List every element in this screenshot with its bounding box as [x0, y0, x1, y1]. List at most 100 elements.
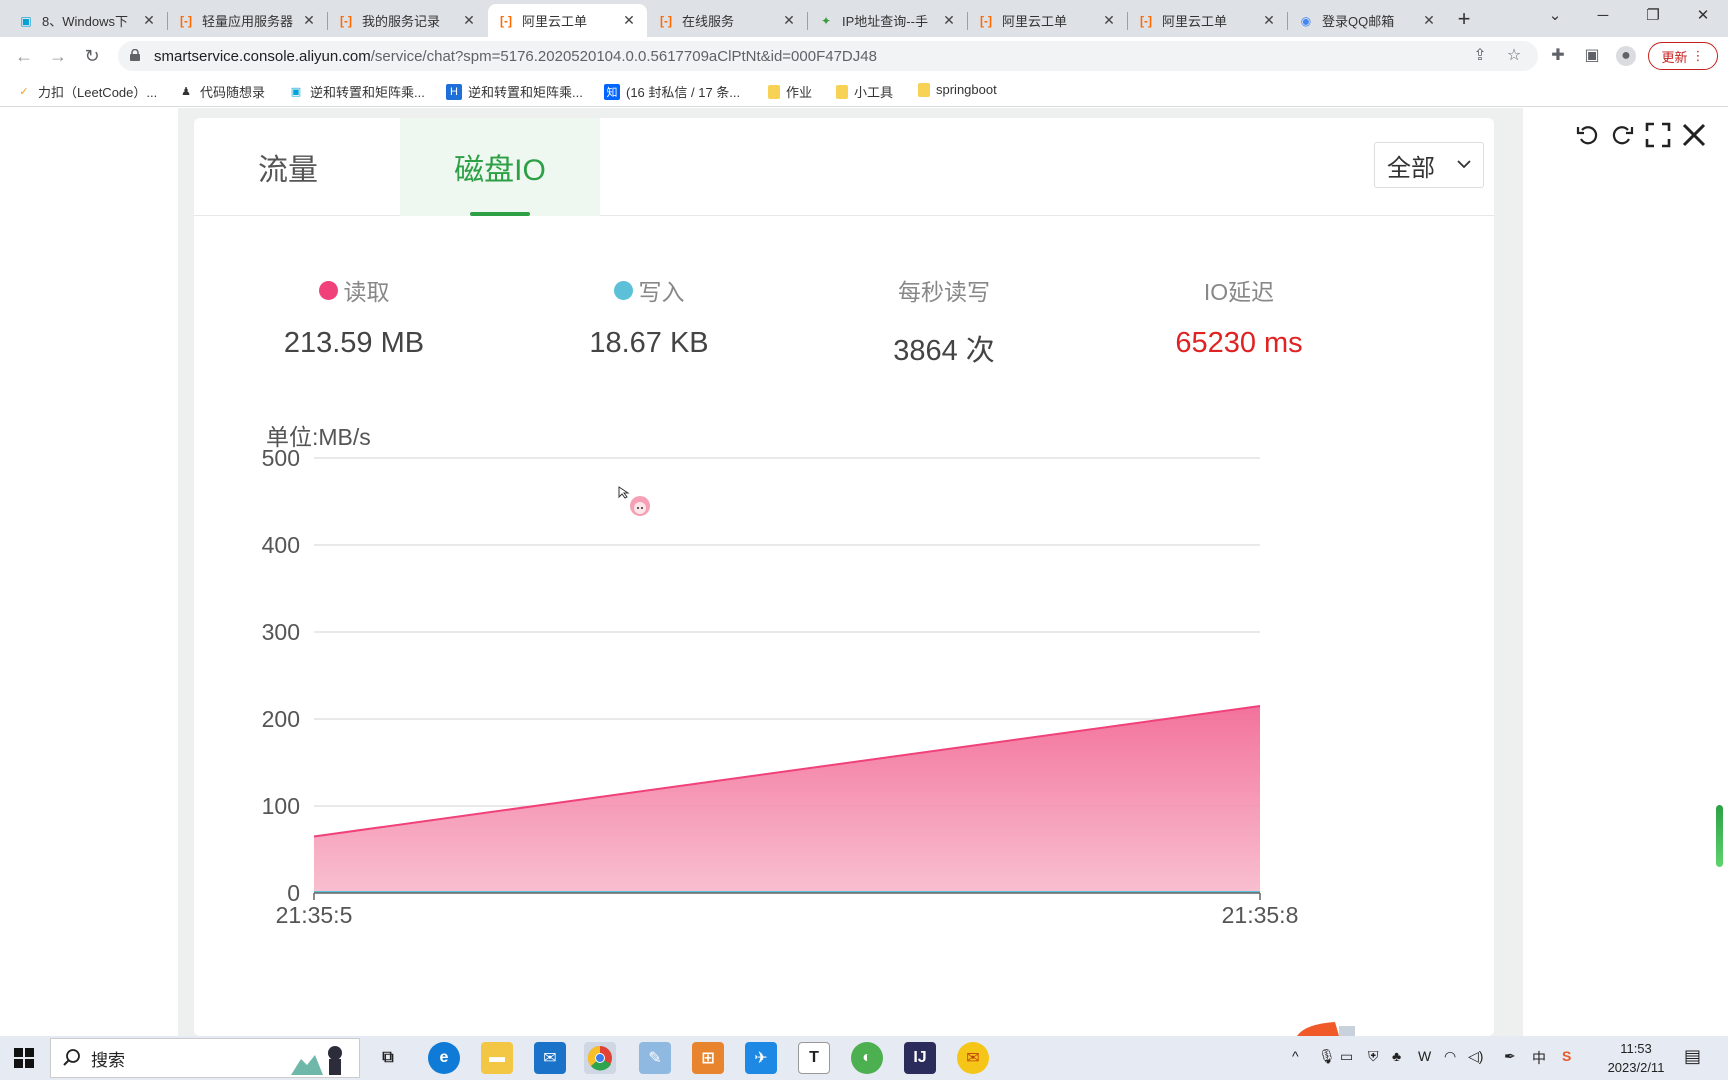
bookmark-label: (16 封私信 / 17 条...: [626, 85, 741, 100]
tab-disk-io-label: 磁盘IO: [454, 154, 546, 187]
taskbar-search[interactable]: 搜索: [50, 1038, 360, 1078]
address-bar[interactable]: smartservice.console.aliyun.com/service/…: [118, 41, 1538, 71]
new-tab-button[interactable]: +: [1451, 6, 1477, 32]
panel-tabs: 流量 磁盘IO 全部: [194, 118, 1494, 216]
edge-icon[interactable]: e: [428, 1042, 460, 1074]
rotate-left-icon[interactable]: [1573, 120, 1603, 150]
close-tab-icon[interactable]: ✕: [781, 12, 797, 29]
share-icon[interactable]: ⇪: [1470, 46, 1490, 66]
typora-icon[interactable]: T: [798, 1042, 830, 1074]
bookmark-item[interactable]: H 逆和转置和矩阵乘...: [446, 82, 583, 101]
close-window-button[interactable]: ✕: [1678, 0, 1728, 32]
file-explorer-icon[interactable]: ▬: [481, 1042, 513, 1074]
folder-icon: [918, 82, 930, 97]
minimize-button[interactable]: ─: [1578, 0, 1628, 32]
browser-tab[interactable]: ◉ 登录QQ邮箱 ✕: [1288, 4, 1447, 37]
browser-tab-title: 阿里云工单: [522, 14, 588, 29]
browser-tab[interactable]: [-] 轻量应用服务器 ✕: [168, 4, 327, 37]
notification-icon[interactable]: ▤: [1684, 1046, 1701, 1067]
close-tab-icon[interactable]: ✕: [941, 12, 957, 29]
page-viewport: 流量 磁盘IO 全部 读取 213.59 MB 写入 18.67 KB 每秒读写 3864…: [0, 108, 1728, 1036]
browser-tab-title: 8、Windows下: [42, 14, 128, 29]
page-scrollbar-thumb[interactable]: [1716, 805, 1723, 867]
close-tab-icon[interactable]: ✕: [621, 12, 637, 29]
tray-expand-icon[interactable]: ^: [1292, 1048, 1299, 1064]
pen-icon[interactable]: ✒: [1504, 1048, 1516, 1065]
battery-icon[interactable]: ▭: [1340, 1048, 1353, 1065]
tab-separator: [167, 12, 168, 30]
stat-label-row: 写入: [519, 273, 779, 307]
close-tab-icon[interactable]: ✕: [1261, 12, 1277, 29]
chrome-icon: ◉: [1300, 13, 1312, 28]
browser-tab[interactable]: [-] 阿里云工单 ✕: [968, 4, 1127, 37]
windows-store-icon[interactable]: ⊞: [692, 1042, 724, 1074]
feishu-icon[interactable]: ✈: [745, 1042, 777, 1074]
close-tab-icon[interactable]: ✕: [301, 12, 317, 29]
profile-icon[interactable]: ●: [1616, 46, 1636, 66]
close-tab-icon[interactable]: ✕: [1101, 12, 1117, 29]
close-tab-icon[interactable]: ✕: [141, 12, 157, 29]
bookmark-item[interactable]: ♟ 代码随想录: [178, 82, 265, 101]
sogou-ime-icon[interactable]: S: [1562, 1048, 1571, 1064]
browser-tab[interactable]: ▣ 8、Windows下 ✕: [8, 4, 167, 37]
microphone-icon[interactable]: 🎙: [1318, 1048, 1336, 1065]
forward-icon[interactable]: →: [44, 42, 72, 70]
bookmark-item[interactable]: ✓ 力扣（LeetCode）...: [16, 82, 157, 101]
range-select[interactable]: 全部: [1374, 142, 1484, 188]
chrome-icon[interactable]: [584, 1042, 616, 1074]
tab-traffic[interactable]: 流量: [194, 118, 382, 216]
reload-icon[interactable]: ↻: [78, 42, 106, 70]
restore-button[interactable]: ❐: [1628, 0, 1678, 32]
bookmark-item[interactable]: 小工具: [836, 82, 893, 101]
bookmark-item[interactable]: 知 (16 封私信 / 17 条...: [604, 82, 740, 101]
tab-disk-io[interactable]: 磁盘IO: [400, 118, 600, 216]
star-icon[interactable]: ☆: [1504, 46, 1524, 66]
tab-separator: [807, 12, 808, 30]
bookmark-item[interactable]: springboot: [918, 82, 997, 97]
browser-tab[interactable]: ✦ IP地址查询--手 ✕: [808, 4, 967, 37]
close-tab-icon[interactable]: ✕: [461, 12, 477, 29]
security-icon[interactable]: ⛨: [1368, 1048, 1379, 1065]
intellij-icon[interactable]: IJ: [904, 1042, 936, 1074]
taskbar-clock[interactable]: 11:53 2023/2/11: [1596, 1039, 1676, 1077]
mail-icon[interactable]: ✉: [534, 1042, 566, 1074]
ime-mode[interactable]: 中: [1532, 1048, 1546, 1068]
series-area: [314, 705, 1260, 893]
game-icon[interactable]: ♣: [1392, 1048, 1401, 1064]
rotate-right-icon[interactable]: [1607, 120, 1637, 150]
aliyun-icon: [-]: [1140, 13, 1152, 28]
search-highlight-illustration-icon: [291, 1046, 342, 1075]
sogou-browser-icon[interactable]: ◐: [851, 1042, 883, 1074]
bookmark-label: 代码随想录: [200, 85, 266, 100]
wifi-icon[interactable]: ◠: [1444, 1048, 1456, 1065]
qq-mail-icon[interactable]: ✉: [957, 1042, 989, 1074]
browser-tab[interactable]: [-] 我的服务记录 ✕: [328, 4, 487, 37]
stat-value: 65230 ms: [1175, 327, 1303, 359]
stat-label-row: 读取: [224, 273, 484, 307]
stat-label: 读取: [343, 279, 390, 305]
side-panel-icon[interactable]: ▣: [1582, 46, 1602, 66]
bookmark-item[interactable]: 作业: [768, 82, 812, 101]
url-path: /service/chat?spm=5176.2020520104.0.0.56…: [370, 48, 877, 65]
task-view-icon[interactable]: ⧉: [372, 1042, 404, 1074]
bookmark-label: 力扣（LeetCode）...: [38, 85, 158, 100]
close-icon[interactable]: [1679, 120, 1709, 150]
back-icon[interactable]: ←: [10, 42, 38, 70]
wps-icon[interactable]: W: [1418, 1048, 1431, 1064]
tab-search-chevron-icon[interactable]: ⌄: [1530, 0, 1580, 32]
stat-label: 每秒读写: [898, 279, 990, 305]
tab-separator: [1127, 12, 1128, 30]
bookmark-item[interactable]: ▣ 逆和转置和矩阵乘...: [288, 82, 425, 101]
stat-label: 写入: [638, 279, 685, 305]
update-button[interactable]: 更新 ⋮: [1648, 42, 1718, 70]
stat-block: 写入 18.67 KB: [519, 273, 779, 360]
volume-icon[interactable]: ◁): [1468, 1048, 1483, 1065]
browser-tab[interactable]: [-] 在线服务 ✕: [648, 4, 807, 37]
extensions-icon[interactable]: ✚: [1548, 46, 1568, 66]
start-button[interactable]: [0, 1036, 48, 1080]
browser-tab[interactable]: [-] 阿里云工单 ✕: [1128, 4, 1287, 37]
browser-tab[interactable]: [-] 阿里云工单 ✕: [488, 4, 647, 37]
fullscreen-icon[interactable]: [1643, 120, 1673, 150]
close-tab-icon[interactable]: ✕: [1421, 12, 1437, 29]
notepad-icon[interactable]: ✎: [639, 1042, 671, 1074]
